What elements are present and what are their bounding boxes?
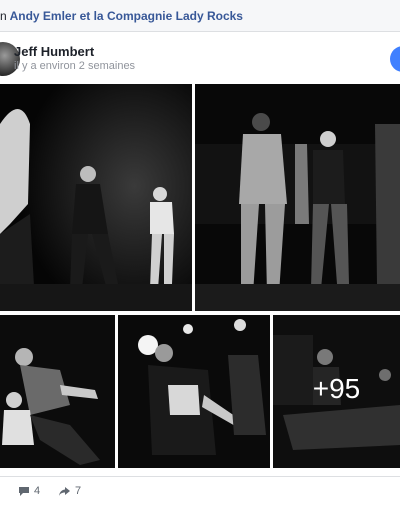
- post-card: Jeff Humbert il y a environ 2 semaines +…: [0, 32, 400, 516]
- author-name[interactable]: Jeff Humbert: [14, 44, 94, 59]
- more-photos-count: +95: [312, 373, 361, 404]
- group-link[interactable]: Andy Emler et la Compagnie Lady Rocks: [10, 9, 243, 23]
- photo-1[interactable]: [0, 84, 192, 311]
- more-photos-tile[interactable]: +95: [273, 315, 400, 468]
- share-icon: [59, 486, 70, 496]
- action-button[interactable]: [390, 46, 400, 72]
- divider: [0, 476, 400, 477]
- post-timestamp[interactable]: il y a environ 2 semaines: [14, 60, 135, 72]
- comment-icon: [19, 486, 29, 496]
- group-breadcrumb-bar: n Andy Emler et la Compagnie Lady Rocks: [0, 0, 400, 32]
- shares-count-label: 7: [75, 485, 82, 497]
- breadcrumb-lead: n: [0, 9, 7, 23]
- photo-3[interactable]: [0, 315, 115, 468]
- comments-count-label: 4: [34, 485, 41, 497]
- photo-4[interactable]: [118, 315, 270, 468]
- shares-count[interactable]: 7: [58, 485, 81, 497]
- photo-2[interactable]: [195, 84, 400, 311]
- engagement-stats: 4 4 7: [0, 485, 400, 505]
- comments-count[interactable]: 4: [18, 485, 40, 497]
- breadcrumb: n Andy Emler et la Compagnie Lady Rocks: [0, 9, 243, 23]
